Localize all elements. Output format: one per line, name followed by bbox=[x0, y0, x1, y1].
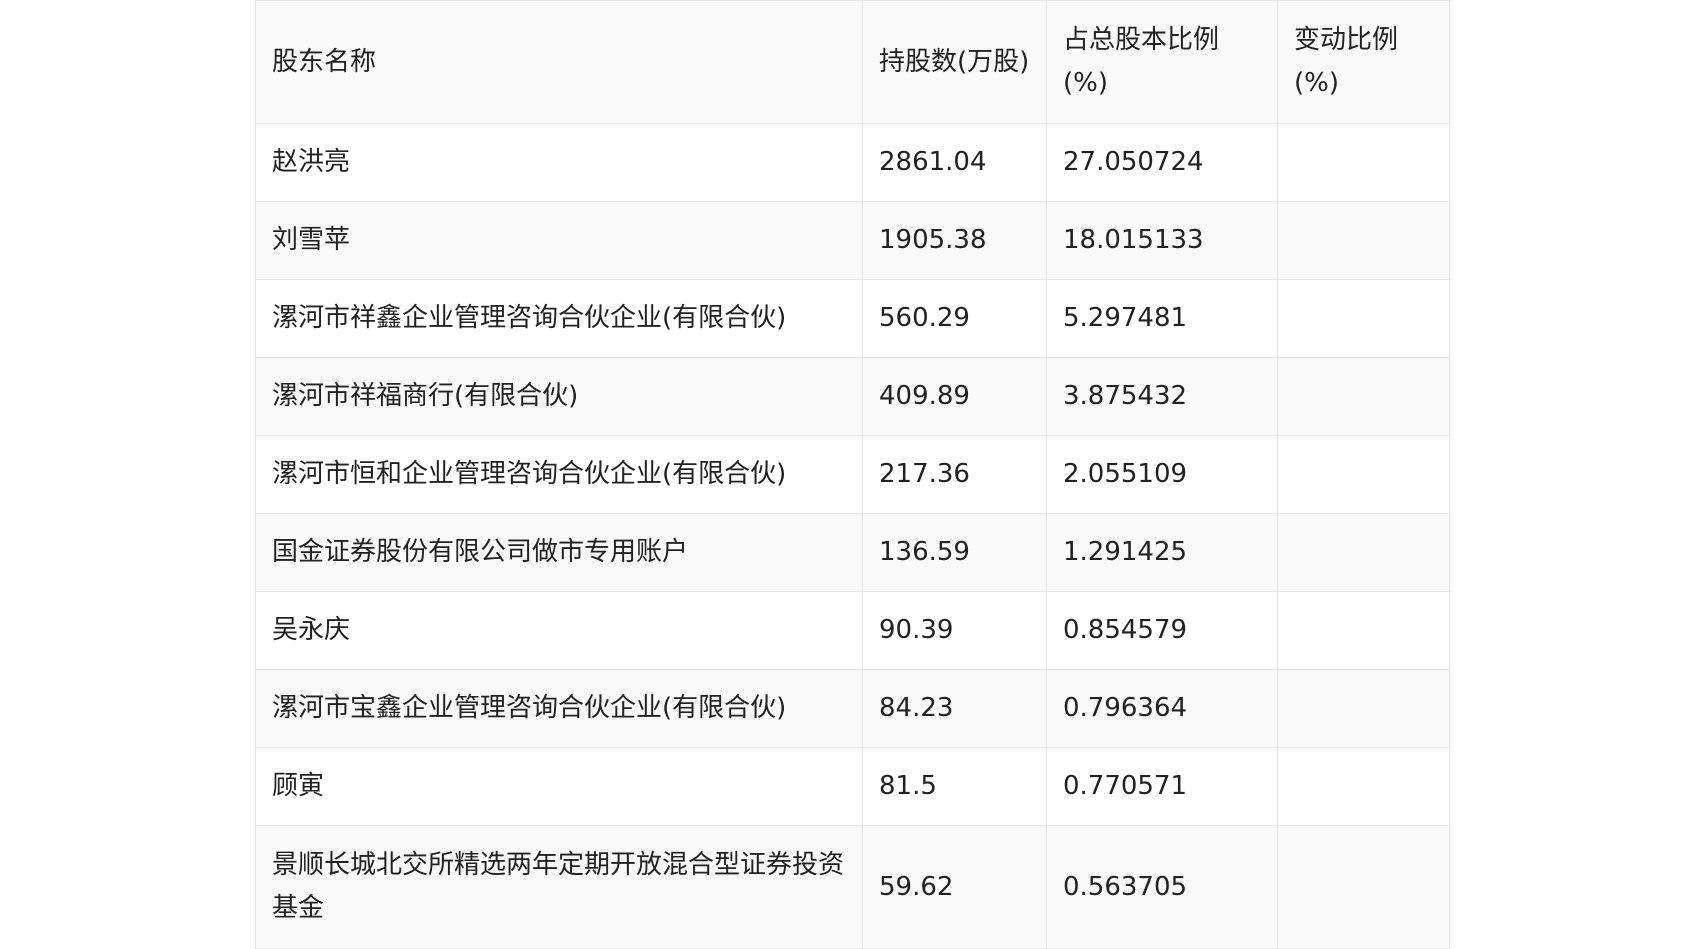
cell-share-ratio: 3.875432 bbox=[1046, 357, 1278, 436]
cell-shares-held: 1905.38 bbox=[862, 201, 1047, 280]
cell-shares-held: 2861.04 bbox=[862, 123, 1047, 202]
cell-share-ratio: 2.055109 bbox=[1046, 435, 1278, 514]
cell-shareholder-name: 漯河市宝鑫企业管理咨询合伙企业(有限合伙) bbox=[255, 669, 863, 748]
shareholder-table-container: 股东名称 持股数(万股) 占总股本比例(%) 变动比例(%) 赵洪亮 2861.… bbox=[255, 0, 1450, 949]
cell-shares-held: 409.89 bbox=[862, 357, 1047, 436]
cell-change-ratio bbox=[1277, 435, 1450, 514]
cell-share-ratio: 5.297481 bbox=[1046, 279, 1278, 358]
cell-share-ratio: 1.291425 bbox=[1046, 513, 1278, 592]
cell-change-ratio bbox=[1277, 591, 1450, 670]
cell-shareholder-name: 吴永庆 bbox=[255, 591, 863, 670]
table-row: 漯河市恒和企业管理咨询合伙企业(有限合伙) 217.36 2.055109 bbox=[255, 435, 1450, 514]
cell-share-ratio: 0.854579 bbox=[1046, 591, 1278, 670]
cell-shares-held: 560.29 bbox=[862, 279, 1047, 358]
table-row: 国金证券股份有限公司做市专用账户 136.59 1.291425 bbox=[255, 513, 1450, 592]
cell-shares-held: 90.39 bbox=[862, 591, 1047, 670]
cell-share-ratio: 0.563705 bbox=[1046, 825, 1278, 949]
table-row: 漯河市祥福商行(有限合伙) 409.89 3.875432 bbox=[255, 357, 1450, 436]
cell-shareholder-name: 赵洪亮 bbox=[255, 123, 863, 202]
table-row: 刘雪苹 1905.38 18.015133 bbox=[255, 201, 1450, 280]
cell-shareholder-name: 漯河市祥福商行(有限合伙) bbox=[255, 357, 863, 436]
cell-shares-held: 81.5 bbox=[862, 747, 1047, 826]
cell-shares-held: 217.36 bbox=[862, 435, 1047, 514]
table-row: 吴永庆 90.39 0.854579 bbox=[255, 591, 1450, 670]
cell-shares-held: 136.59 bbox=[862, 513, 1047, 592]
table-row: 顾寅 81.5 0.770571 bbox=[255, 747, 1450, 826]
cell-change-ratio bbox=[1277, 123, 1450, 202]
header-share-ratio: 占总股本比例(%) bbox=[1046, 0, 1278, 124]
cell-change-ratio bbox=[1277, 279, 1450, 358]
cell-shareholder-name: 刘雪苹 bbox=[255, 201, 863, 280]
table-row: 景顺长城北交所精选两年定期开放混合型证券投资基金 59.62 0.563705 bbox=[255, 825, 1450, 949]
table-header-row: 股东名称 持股数(万股) 占总股本比例(%) 变动比例(%) bbox=[255, 0, 1450, 124]
cell-share-ratio: 18.015133 bbox=[1046, 201, 1278, 280]
cell-change-ratio bbox=[1277, 825, 1450, 949]
cell-change-ratio bbox=[1277, 357, 1450, 436]
cell-shareholder-name: 景顺长城北交所精选两年定期开放混合型证券投资基金 bbox=[255, 825, 863, 949]
cell-shareholder-name: 顾寅 bbox=[255, 747, 863, 826]
shareholder-table: 股东名称 持股数(万股) 占总股本比例(%) 变动比例(%) 赵洪亮 2861.… bbox=[255, 0, 1450, 949]
table-row: 赵洪亮 2861.04 27.050724 bbox=[255, 123, 1450, 202]
header-shares-held: 持股数(万股) bbox=[862, 0, 1047, 124]
header-shareholder-name: 股东名称 bbox=[255, 0, 863, 124]
cell-change-ratio bbox=[1277, 669, 1450, 748]
cell-shareholder-name: 国金证券股份有限公司做市专用账户 bbox=[255, 513, 863, 592]
table-row: 漯河市祥鑫企业管理咨询合伙企业(有限合伙) 560.29 5.297481 bbox=[255, 279, 1450, 358]
cell-share-ratio: 0.796364 bbox=[1046, 669, 1278, 748]
table-row: 漯河市宝鑫企业管理咨询合伙企业(有限合伙) 84.23 0.796364 bbox=[255, 669, 1450, 748]
cell-shareholder-name: 漯河市恒和企业管理咨询合伙企业(有限合伙) bbox=[255, 435, 863, 514]
cell-shares-held: 84.23 bbox=[862, 669, 1047, 748]
cell-change-ratio bbox=[1277, 201, 1450, 280]
cell-share-ratio: 27.050724 bbox=[1046, 123, 1278, 202]
cell-change-ratio bbox=[1277, 747, 1450, 826]
cell-shareholder-name: 漯河市祥鑫企业管理咨询合伙企业(有限合伙) bbox=[255, 279, 863, 358]
cell-change-ratio bbox=[1277, 513, 1450, 592]
header-change-ratio: 变动比例(%) bbox=[1277, 0, 1450, 124]
cell-shares-held: 59.62 bbox=[862, 825, 1047, 949]
cell-share-ratio: 0.770571 bbox=[1046, 747, 1278, 826]
